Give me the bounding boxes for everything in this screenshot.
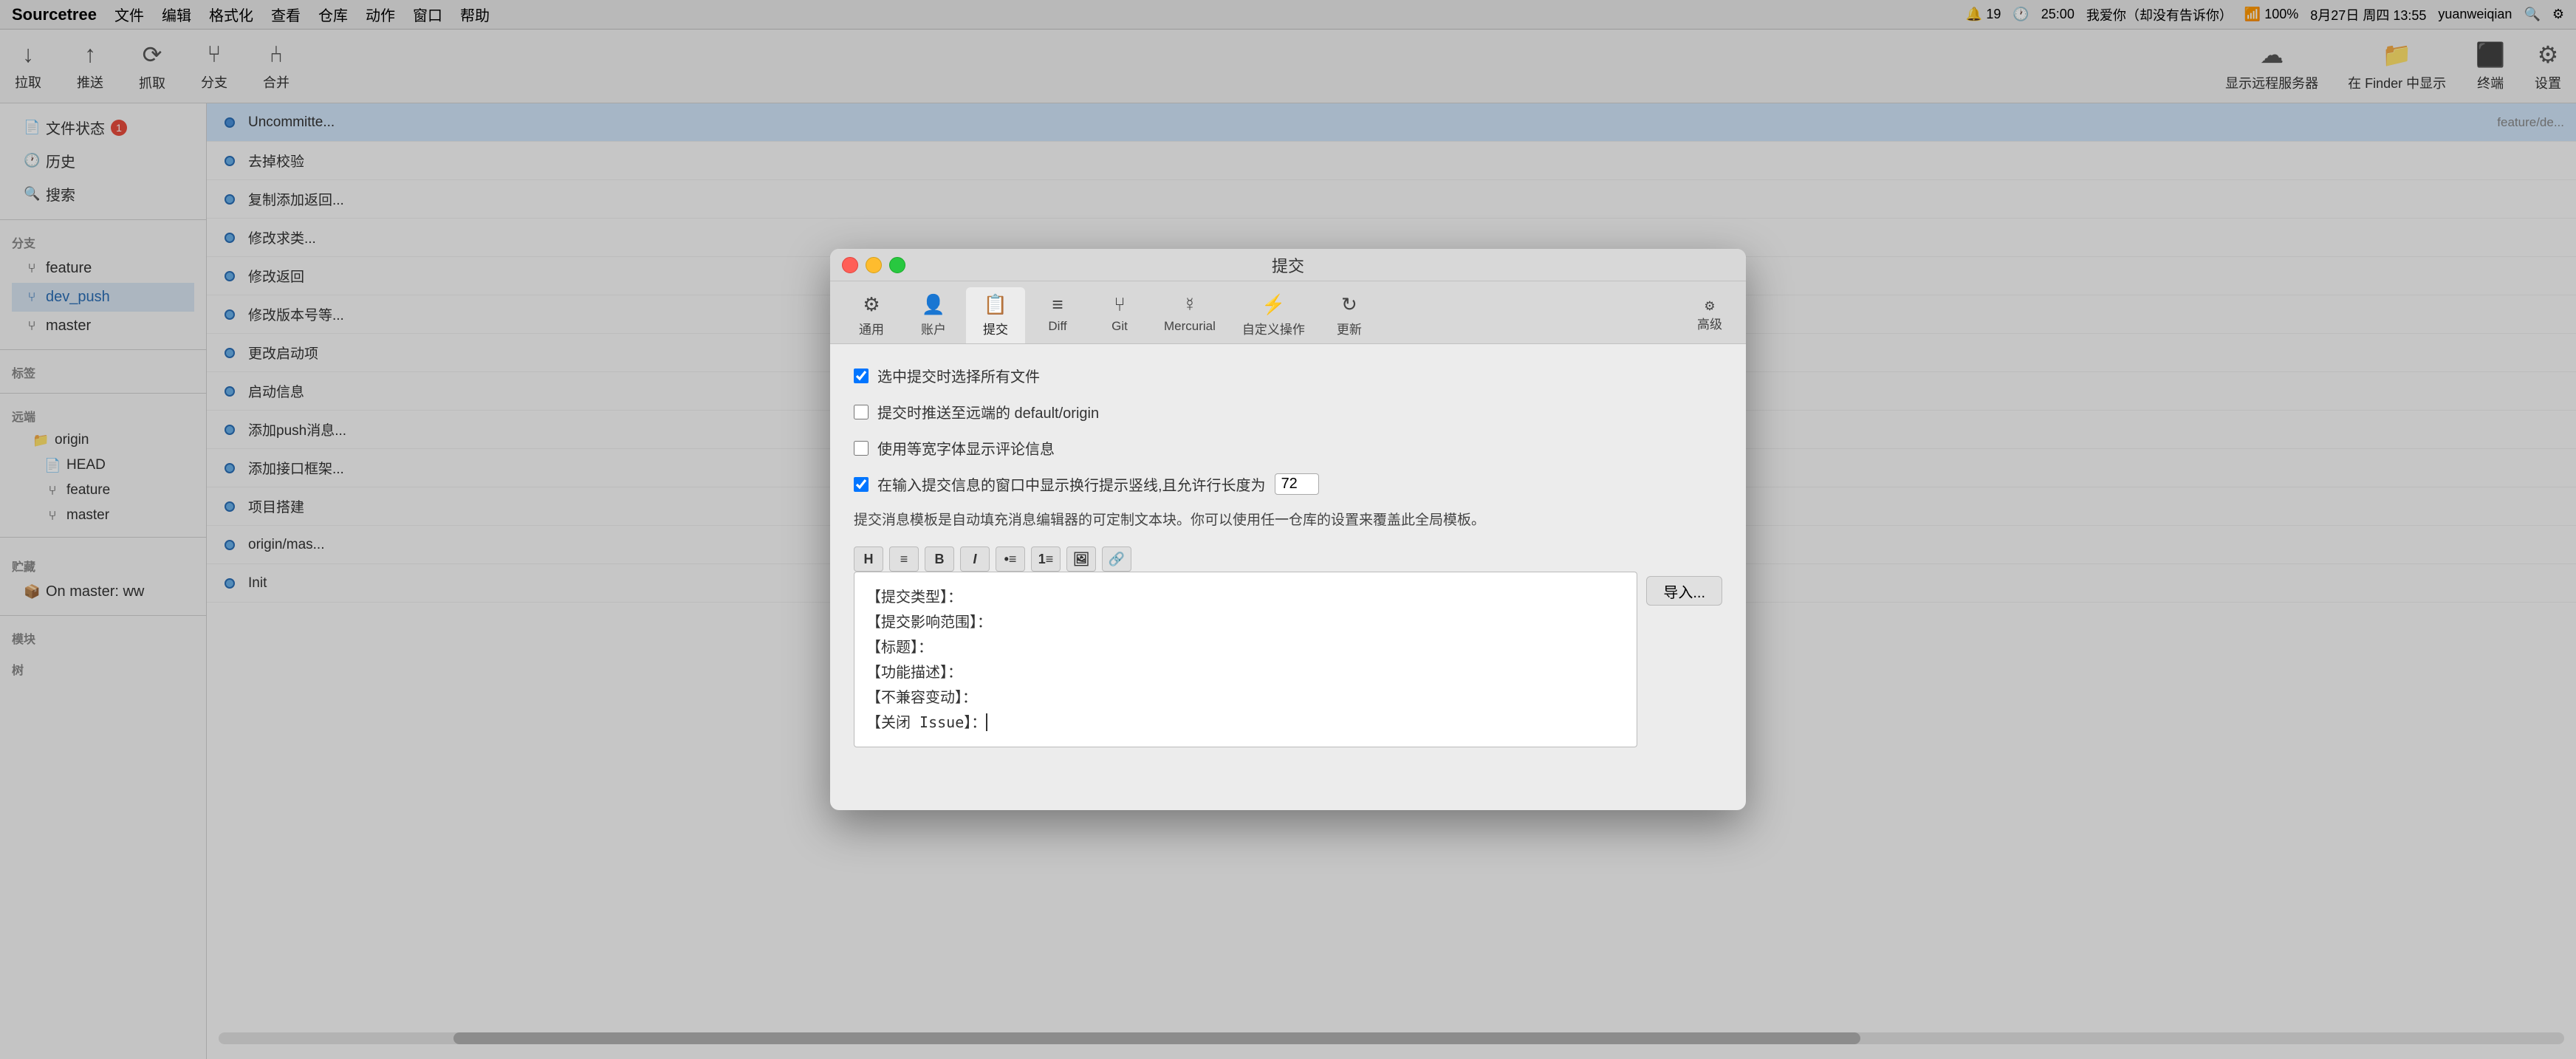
tab-advanced[interactable]: ⚙ 高级 bbox=[1685, 287, 1734, 343]
checkbox-row-1: 选中提交时选择所有文件 bbox=[854, 365, 1722, 386]
account-tab-icon: 👤 bbox=[922, 293, 945, 316]
template-editor[interactable]: 【提交类型】： 【提交影响范围】： 【标题】： 【功能描述】： 【不兼容变动】：… bbox=[854, 572, 1637, 747]
editor-toolbar: H ≡ B I •≡ 1≡ 🖼 🔗 bbox=[854, 546, 1637, 572]
template-line-2: 【提交影响范围】： bbox=[866, 609, 1625, 634]
template-line-3: 【标题】： bbox=[866, 634, 1625, 659]
dialog-title-bar: 提交 bbox=[830, 249, 1746, 281]
tab-general[interactable]: ⚙ 通用 bbox=[842, 287, 901, 343]
commit-tab-label: 提交 bbox=[983, 319, 1008, 337]
template-line-4: 【功能描述】： bbox=[866, 659, 1625, 685]
dialog-tabs: ⚙ 通用 👤 账户 📋 提交 ≡ Diff ⑂ Git ☿ Mercurial bbox=[830, 281, 1746, 344]
general-tab-icon: ⚙ bbox=[863, 293, 880, 316]
info-text: 提交消息模板是自动填充消息编辑器的可定制文本块。你可以使用任一仓库的设置来覆盖此… bbox=[854, 510, 1722, 532]
account-tab-label: 账户 bbox=[921, 319, 946, 337]
align-btn[interactable]: ≡ bbox=[889, 546, 919, 572]
push-on-commit-label: 提交时推送至远端的 default/origin bbox=[877, 401, 1099, 422]
advanced-tab-label: 高级 bbox=[1697, 314, 1722, 332]
tab-commit[interactable]: 📋 提交 bbox=[966, 287, 1025, 343]
template-line-6: 【关闭 Issue】： bbox=[866, 710, 1625, 735]
editor-area: H ≡ B I •≡ 1≡ 🖼 🔗 【提交类型】： 【提交影响范围 bbox=[854, 546, 1722, 789]
update-tab-icon: ↻ bbox=[1341, 293, 1357, 316]
image-btn[interactable]: 🖼 bbox=[1066, 546, 1096, 572]
list-ordered-btn[interactable]: 1≡ bbox=[1031, 546, 1061, 572]
tab-mercurial[interactable]: ☿ Mercurial bbox=[1152, 287, 1227, 343]
mercurial-tab-icon: ☿ bbox=[1182, 293, 1197, 316]
general-tab-label: 通用 bbox=[859, 319, 884, 337]
editor-box-wrapper: H ≡ B I •≡ 1≡ 🖼 🔗 【提交类型】： 【提交影响范围 bbox=[854, 546, 1722, 747]
tab-update[interactable]: ↻ 更新 bbox=[1320, 287, 1379, 343]
checkbox-row-2: 提交时推送至远端的 default/origin bbox=[854, 401, 1722, 422]
git-tab-label: Git bbox=[1111, 319, 1128, 334]
checkbox-row-3: 使用等宽字体显示评论信息 bbox=[854, 437, 1722, 459]
heading-btn[interactable]: H bbox=[854, 546, 883, 572]
monospace-label: 使用等宽字体显示评论信息 bbox=[877, 437, 1055, 459]
line-length-checkbox[interactable] bbox=[854, 477, 869, 492]
dialog-title: 提交 bbox=[1272, 253, 1304, 277]
advanced-tab-icon: ⚙ bbox=[1704, 299, 1715, 314]
diff-tab-icon: ≡ bbox=[1052, 293, 1063, 316]
bold-btn[interactable]: B bbox=[925, 546, 954, 572]
dialog-content: 选中提交时选择所有文件 提交时推送至远端的 default/origin 使用等… bbox=[830, 344, 1746, 810]
italic-btn[interactable]: I bbox=[960, 546, 990, 572]
push-on-commit-checkbox[interactable] bbox=[854, 405, 869, 419]
traffic-lights bbox=[842, 257, 905, 273]
tab-custom-actions[interactable]: ⚡ 自定义操作 bbox=[1230, 287, 1317, 343]
line-length-label: 在输入提交信息的窗口中显示换行提示竖线,且允许行长度为 bbox=[877, 473, 1266, 495]
tab-git[interactable]: ⑂ Git bbox=[1090, 287, 1149, 343]
link-btn[interactable]: 🔗 bbox=[1102, 546, 1131, 572]
monospace-checkbox[interactable] bbox=[854, 441, 869, 456]
preferences-dialog: 提交 ⚙ 通用 👤 账户 📋 提交 ≡ Diff ⑂ Git bbox=[830, 249, 1746, 810]
tab-account[interactable]: 👤 账户 bbox=[904, 287, 963, 343]
mercurial-tab-label: Mercurial bbox=[1164, 319, 1216, 334]
editor-column: H ≡ B I •≡ 1≡ 🖼 🔗 【提交类型】： 【提交影响范围 bbox=[854, 546, 1637, 747]
import-button[interactable]: 导入... bbox=[1646, 576, 1722, 606]
template-line-1: 【提交类型】： bbox=[866, 584, 1625, 609]
dialog-overlay: 提交 ⚙ 通用 👤 账户 📋 提交 ≡ Diff ⑂ Git bbox=[0, 0, 2576, 1059]
select-all-files-label: 选中提交时选择所有文件 bbox=[877, 365, 1040, 386]
minimize-button[interactable] bbox=[866, 257, 882, 273]
list-unordered-btn[interactable]: •≡ bbox=[996, 546, 1025, 572]
line-length-input[interactable] bbox=[1275, 473, 1319, 495]
git-tab-icon: ⑂ bbox=[1114, 293, 1126, 316]
diff-tab-label: Diff bbox=[1048, 319, 1066, 334]
select-all-files-checkbox[interactable] bbox=[854, 369, 869, 383]
commit-tab-icon: 📋 bbox=[984, 293, 1007, 316]
import-section: 导入... bbox=[1646, 546, 1722, 606]
checkbox-row-4: 在输入提交信息的窗口中显示换行提示竖线,且允许行长度为 bbox=[854, 473, 1722, 495]
update-tab-label: 更新 bbox=[1337, 319, 1362, 337]
template-line-5: 【不兼容变动】： bbox=[866, 685, 1625, 710]
maximize-button[interactable] bbox=[889, 257, 905, 273]
close-button[interactable] bbox=[842, 257, 858, 273]
tab-diff[interactable]: ≡ Diff bbox=[1028, 287, 1087, 343]
custom-tab-label: 自定义操作 bbox=[1242, 319, 1305, 337]
custom-tab-icon: ⚡ bbox=[1261, 293, 1285, 316]
